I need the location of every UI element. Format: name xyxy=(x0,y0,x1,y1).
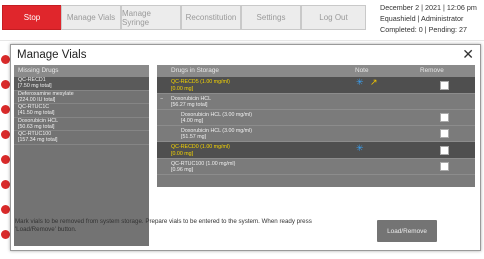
manage-vials-button[interactable]: Manage Vials xyxy=(61,5,121,30)
note-header: Note xyxy=(355,67,369,74)
table-row[interactable]: QC-RECD5 (1.00 mg/ml) [0.00 mg] ✳ ↗ xyxy=(157,77,475,94)
vial-amount: [0.00 mg] xyxy=(171,151,194,157)
table-row[interactable]: − Doxorubicin HCL [56.27 mg total] xyxy=(157,94,475,110)
toolbar: Stop Manage Vials Manage Syringe Reconst… xyxy=(0,0,484,36)
status-dot xyxy=(1,155,10,164)
table-row[interactable]: Doxorubicin HCL (3.00 mg/ml) [51.57 mg] xyxy=(157,126,475,142)
status-dot xyxy=(1,80,10,89)
stop-button[interactable]: Stop xyxy=(2,5,62,30)
table-row[interactable]: QC-RTUC100 (1.00 mg/ml) [0.96 mg] xyxy=(157,159,475,175)
dialog-title: Manage Vials xyxy=(17,49,87,61)
collapse-icon[interactable]: − xyxy=(160,96,163,102)
vial-amount: [4.00 mg] xyxy=(181,118,204,124)
status-dot xyxy=(1,105,10,114)
snowflake-icon[interactable]: ✳ xyxy=(356,144,364,153)
remove-checkbox[interactable] xyxy=(440,113,449,122)
status-user: Equashield | Administrator xyxy=(380,14,464,23)
logout-button[interactable]: Log Out xyxy=(301,5,366,30)
storage-header: Drugs in Storage Note Remove xyxy=(157,65,475,77)
table-row[interactable]: QC-RECD0 (1.00 mg/ml) [0.00 mg] ✳ xyxy=(157,142,475,159)
remove-checkbox[interactable] xyxy=(440,146,449,155)
drug-amount: [157.34 mg total] xyxy=(18,137,58,143)
manage-syringe-button[interactable]: Manage Syringe xyxy=(121,5,181,30)
list-item[interactable]: Deferoxamine mesylate [224.00 IU total] xyxy=(14,91,149,104)
vial-amount: [0.00 mg] xyxy=(171,86,194,92)
drug-amount: [41.50 mg total] xyxy=(18,110,55,116)
group-amount: [56.27 mg total] xyxy=(171,102,208,108)
remove-checkbox[interactable] xyxy=(440,81,449,90)
snowflake-icon[interactable]: ✳ xyxy=(356,78,364,87)
storage-header-label: Drugs in Storage xyxy=(171,67,219,74)
drug-amount: [7.50 mg total] xyxy=(18,83,52,89)
remove-checkbox[interactable] xyxy=(440,162,449,171)
manage-vials-dialog: Manage Vials ✕ Missing Drugs QC-RECD1 [7… xyxy=(10,44,481,251)
missing-drugs-header: Missing Drugs xyxy=(14,65,149,77)
settings-button[interactable]: Settings xyxy=(241,5,301,30)
status-counts: Completed: 0 | Pending: 27 xyxy=(380,25,467,34)
instructions-text: Mark vials to be removed from system sto… xyxy=(15,218,312,233)
reconstitution-button[interactable]: Reconstitution xyxy=(181,5,241,30)
list-item[interactable]: QC-RTUC100 [157.34 mg total] xyxy=(14,131,149,145)
status-datetime: December 2 | 2021 | 12:06 pm xyxy=(380,3,477,12)
vial-name: QC-RECD5 (1.00 mg/ml) xyxy=(171,79,230,85)
vial-amount: [51.57 mg] xyxy=(181,134,207,140)
divider xyxy=(0,40,484,41)
table-row[interactable]: Doxorubicin HCL (3.00 mg/ml) [4.00 mg] xyxy=(157,110,475,126)
drug-amount: [224.00 IU total] xyxy=(18,96,56,103)
vial-name: QC-RECD0 (1.00 mg/ml) xyxy=(171,144,230,150)
status-panel: December 2 | 2021 | 12:06 pm Equashield … xyxy=(380,2,484,35)
pencil-arrow-icon[interactable]: ↗ xyxy=(370,78,378,87)
list-item[interactable]: Doxorubicin HCL [50.63 mg total] xyxy=(14,118,149,131)
remove-checkbox[interactable] xyxy=(440,129,449,138)
vial-amount: [0.96 mg] xyxy=(171,167,194,173)
status-dot xyxy=(1,180,10,189)
status-dot xyxy=(1,230,10,239)
status-dot xyxy=(1,55,10,64)
list-item[interactable]: QC-RECD1 [7.50 mg total] xyxy=(14,77,149,91)
status-dot xyxy=(1,130,10,139)
drug-amount: [50.63 mg total] xyxy=(18,123,55,130)
list-item[interactable]: QC-RTUC1C [41.50 mg total] xyxy=(14,104,149,118)
load-remove-button[interactable]: Load/Remove xyxy=(377,220,437,242)
close-icon[interactable]: ✕ xyxy=(462,47,474,61)
storage-panel: Drugs in Storage Note Remove QC-RECD5 (1… xyxy=(157,65,475,187)
status-dot xyxy=(1,205,10,214)
remove-header: Remove xyxy=(420,67,444,74)
